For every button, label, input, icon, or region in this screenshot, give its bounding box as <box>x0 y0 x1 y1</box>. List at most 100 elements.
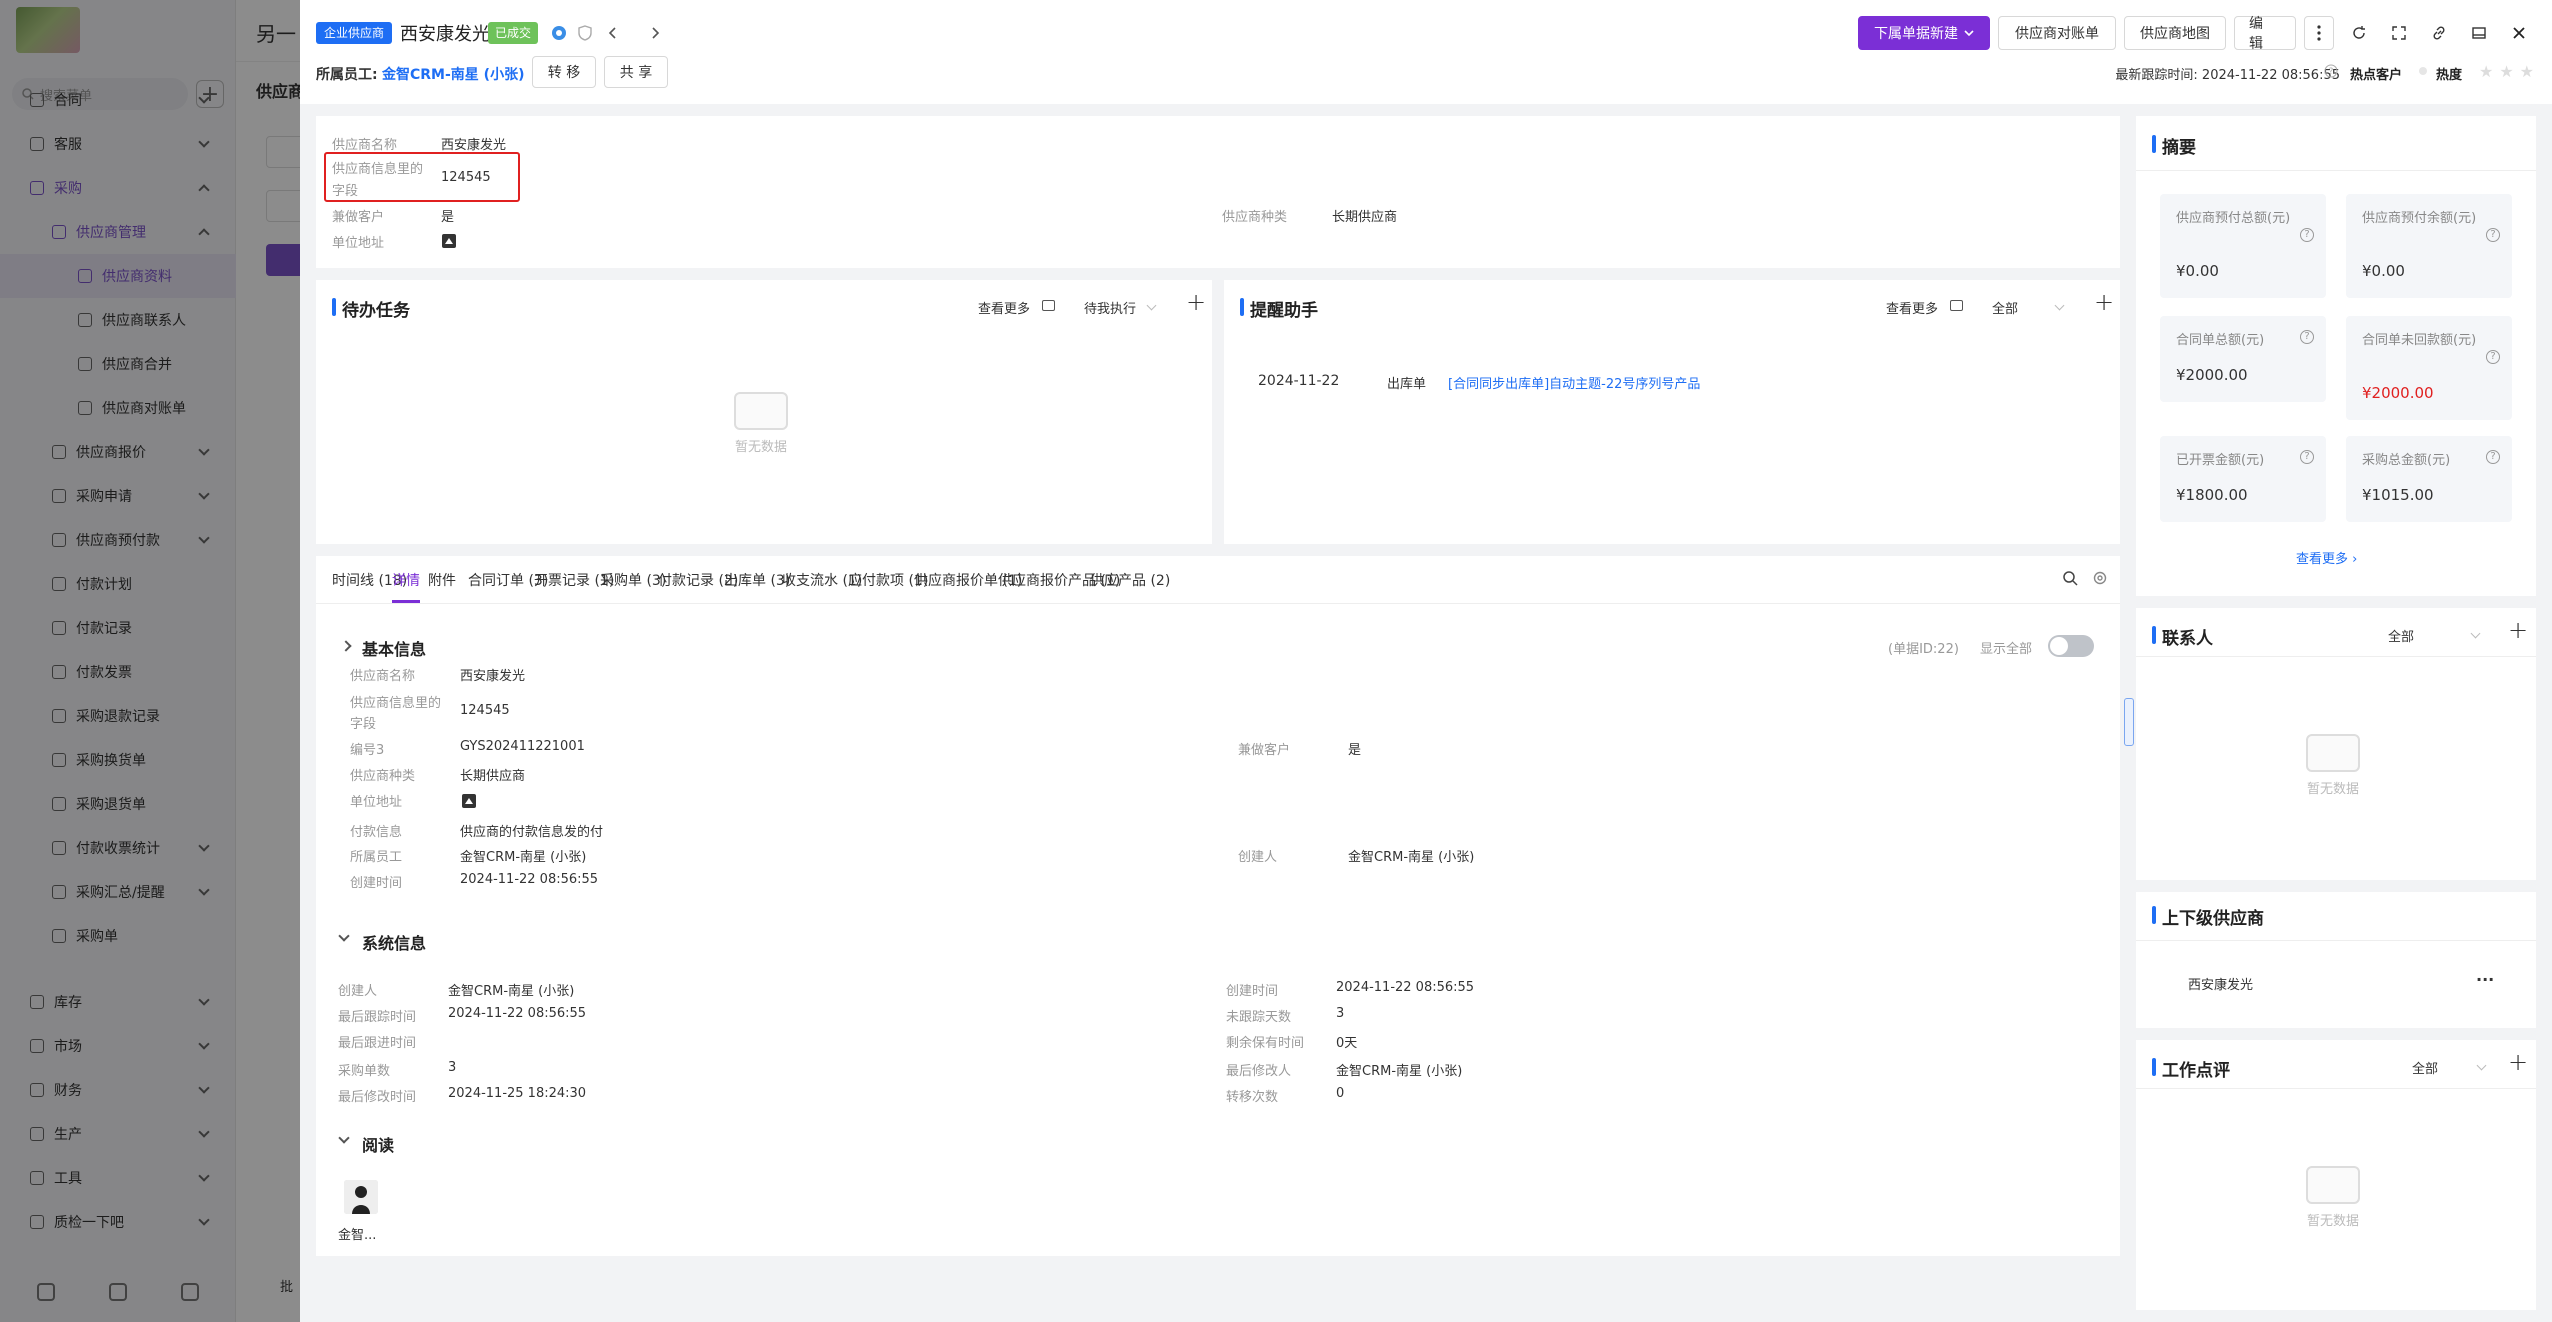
summary-more-link[interactable]: 查看更多 › <box>2296 548 2357 567</box>
summary-stat: 供应商预付总额(元) ¥0.00? <box>2160 194 2326 298</box>
review-add-button[interactable]: + <box>2508 1048 2528 1076</box>
summary-stat-value: ¥2000.00 <box>2362 384 2434 402</box>
todo-add-button[interactable]: + <box>1186 288 1206 316</box>
divider <box>2136 170 2536 171</box>
field-label: 创建人 <box>1238 850 1278 865</box>
new-sub-document-button[interactable]: 下属单据新建 <box>1858 16 1990 50</box>
reminder-link[interactable]: [合同同步出库单]自动主题-22号序列号产品 <box>1448 373 1700 392</box>
help-icon[interactable]: ? <box>2300 330 2314 344</box>
address-map-icon[interactable] <box>442 234 456 248</box>
empty-text: 暂无数据 <box>734 440 787 455</box>
tab[interactable]: 详情 <box>392 570 420 603</box>
reminder-add-button[interactable]: + <box>2094 288 2114 316</box>
summary-stat-label: 供应商预付总额(元) <box>2176 211 2291 226</box>
field-value: 2024-11-25 18:24:30 <box>448 1086 587 1101</box>
todo-more-link[interactable]: 查看更多 <box>978 298 1030 317</box>
share-button[interactable]: 共 享 <box>604 56 668 88</box>
field-label: 编号3 <box>350 743 385 758</box>
tab[interactable]: 采购单 (3) <box>600 570 666 590</box>
todo-title: 待办任务 <box>332 296 410 321</box>
owner-link[interactable]: 金智CRM-南星 (小张) <box>382 64 524 84</box>
summary-stat: 合同单未回款额(元) ¥2000.00? <box>2346 316 2512 420</box>
field-value: 2024-11-22 08:56:55 <box>448 1006 587 1021</box>
star-icon[interactable]: ★ <box>2479 62 2493 81</box>
empty-text: 暂无数据 <box>2306 1214 2359 1229</box>
summary-stat-label: 已开票金额(元) <box>2176 453 2265 468</box>
field-label: 兼做客户 <box>1238 743 1291 758</box>
last-track-time: 最新跟踪时间: 2024-11-22 08:56:55 <box>2115 68 2340 83</box>
field-label: 供应商名称 <box>332 138 398 153</box>
field-label: 未跟踪天数 <box>1226 1010 1292 1025</box>
contacts-filter-select[interactable]: 全部 <box>2388 626 2414 645</box>
calendar-icon[interactable] <box>1042 300 1055 311</box>
field-label: 创建人 <box>338 984 378 999</box>
star-icon[interactable]: ★ <box>2499 62 2513 81</box>
calendar-icon[interactable] <box>1950 300 1963 311</box>
todo-empty-state: 暂无数据 <box>734 392 788 455</box>
help-icon: ? <box>2324 64 2338 78</box>
hot-customer-label: 热点客户 <box>2350 68 2403 83</box>
field-value: 金智CRM-南星 (小张) <box>460 850 587 865</box>
field-label: 兼做客户 <box>332 210 385 225</box>
summary-stat-value: ¥1015.00 <box>2362 486 2434 504</box>
transfer-button[interactable]: 转 移 <box>532 56 596 88</box>
panel-collapse-handle[interactable] <box>2124 698 2134 746</box>
empty-text: 暂无数据 <box>2306 782 2359 797</box>
supplier-map-button[interactable]: 供应商地图 <box>2124 16 2226 50</box>
help-icon[interactable]: ? <box>2486 450 2500 464</box>
system-info-title[interactable]: 系统信息 <box>362 930 426 954</box>
field-value: 是 <box>1348 743 1362 758</box>
avatar <box>344 1180 378 1214</box>
show-all-toggle[interactable] <box>2048 635 2094 657</box>
hierarchy-item[interactable]: 西安康发光 <box>2188 974 2253 993</box>
field-value: 金智CRM-南星 (小张) <box>1348 850 1475 865</box>
field-value: 124545 <box>460 703 510 718</box>
close-icon[interactable] <box>2504 18 2534 48</box>
empty-box-icon <box>2306 1166 2360 1204</box>
basic-info-title[interactable]: 基本信息 <box>362 636 426 660</box>
review-filter-select[interactable]: 全部 <box>2412 1058 2438 1077</box>
reminder-more-link[interactable]: 查看更多 <box>1886 298 1938 317</box>
more-icon[interactable]: ··· <box>2476 970 2494 989</box>
window-icon[interactable] <box>2464 18 2494 48</box>
tab[interactable]: 出库单 (3) <box>724 570 790 590</box>
tab[interactable]: 供应产品 (2) <box>1090 570 1170 590</box>
summary-stat-label: 合同单未回款额(元) <box>2362 333 2477 348</box>
field-label: 供应商种类 <box>350 769 416 784</box>
star-icon[interactable]: ★ <box>2520 62 2534 81</box>
summary-stat: 已开票金额(元) ¥1800.00? <box>2160 436 2326 522</box>
supplier-statement-button[interactable]: 供应商对账单 <box>1998 16 2116 50</box>
help-icon[interactable]: ? <box>2486 228 2500 242</box>
shield-icon[interactable] <box>576 24 594 42</box>
field-value: 0 <box>1336 1086 1345 1101</box>
hot-dot-icon <box>2418 66 2428 76</box>
edit-button[interactable]: 编 辑 <box>2234 16 2296 52</box>
search-icon[interactable] <box>2062 570 2078 586</box>
more-actions-button[interactable] <box>2304 16 2334 50</box>
prev-record-icon[interactable] <box>604 24 622 42</box>
field-label: 最后修改时间 <box>338 1090 417 1105</box>
address-map-icon[interactable] <box>462 794 476 808</box>
hierarchy-title: 上下级供应商 <box>2152 904 2264 929</box>
help-icon[interactable]: ? <box>2300 450 2314 464</box>
verified-icon <box>550 24 568 42</box>
refresh-icon[interactable] <box>2344 18 2374 48</box>
tab[interactable]: 附件 <box>428 570 456 590</box>
fullscreen-icon[interactable] <box>2384 18 2414 48</box>
field-label: 付款信息 <box>350 825 403 840</box>
next-record-icon[interactable] <box>646 24 664 42</box>
gear-icon[interactable] <box>2092 570 2108 586</box>
field-value: 西安康发光 <box>441 138 507 153</box>
help-icon[interactable]: ? <box>2300 228 2314 242</box>
link-icon[interactable] <box>2424 18 2454 48</box>
supplier-name-title: 西安康发光 <box>400 24 490 45</box>
summary-stat-value: ¥1800.00 <box>2176 486 2248 504</box>
todo-filter-select[interactable]: 待我执行 <box>1084 298 1136 317</box>
help-icon[interactable]: ? <box>2486 350 2500 364</box>
contacts-add-button[interactable]: + <box>2508 616 2528 644</box>
heat-stars[interactable]: ★ ★ ★ <box>2479 62 2534 81</box>
divider <box>2136 940 2536 941</box>
read-title[interactable]: 阅读 <box>362 1132 394 1156</box>
reminder-filter-select[interactable]: 全部 <box>1992 298 2018 317</box>
field-value: 3 <box>1336 1006 1345 1021</box>
